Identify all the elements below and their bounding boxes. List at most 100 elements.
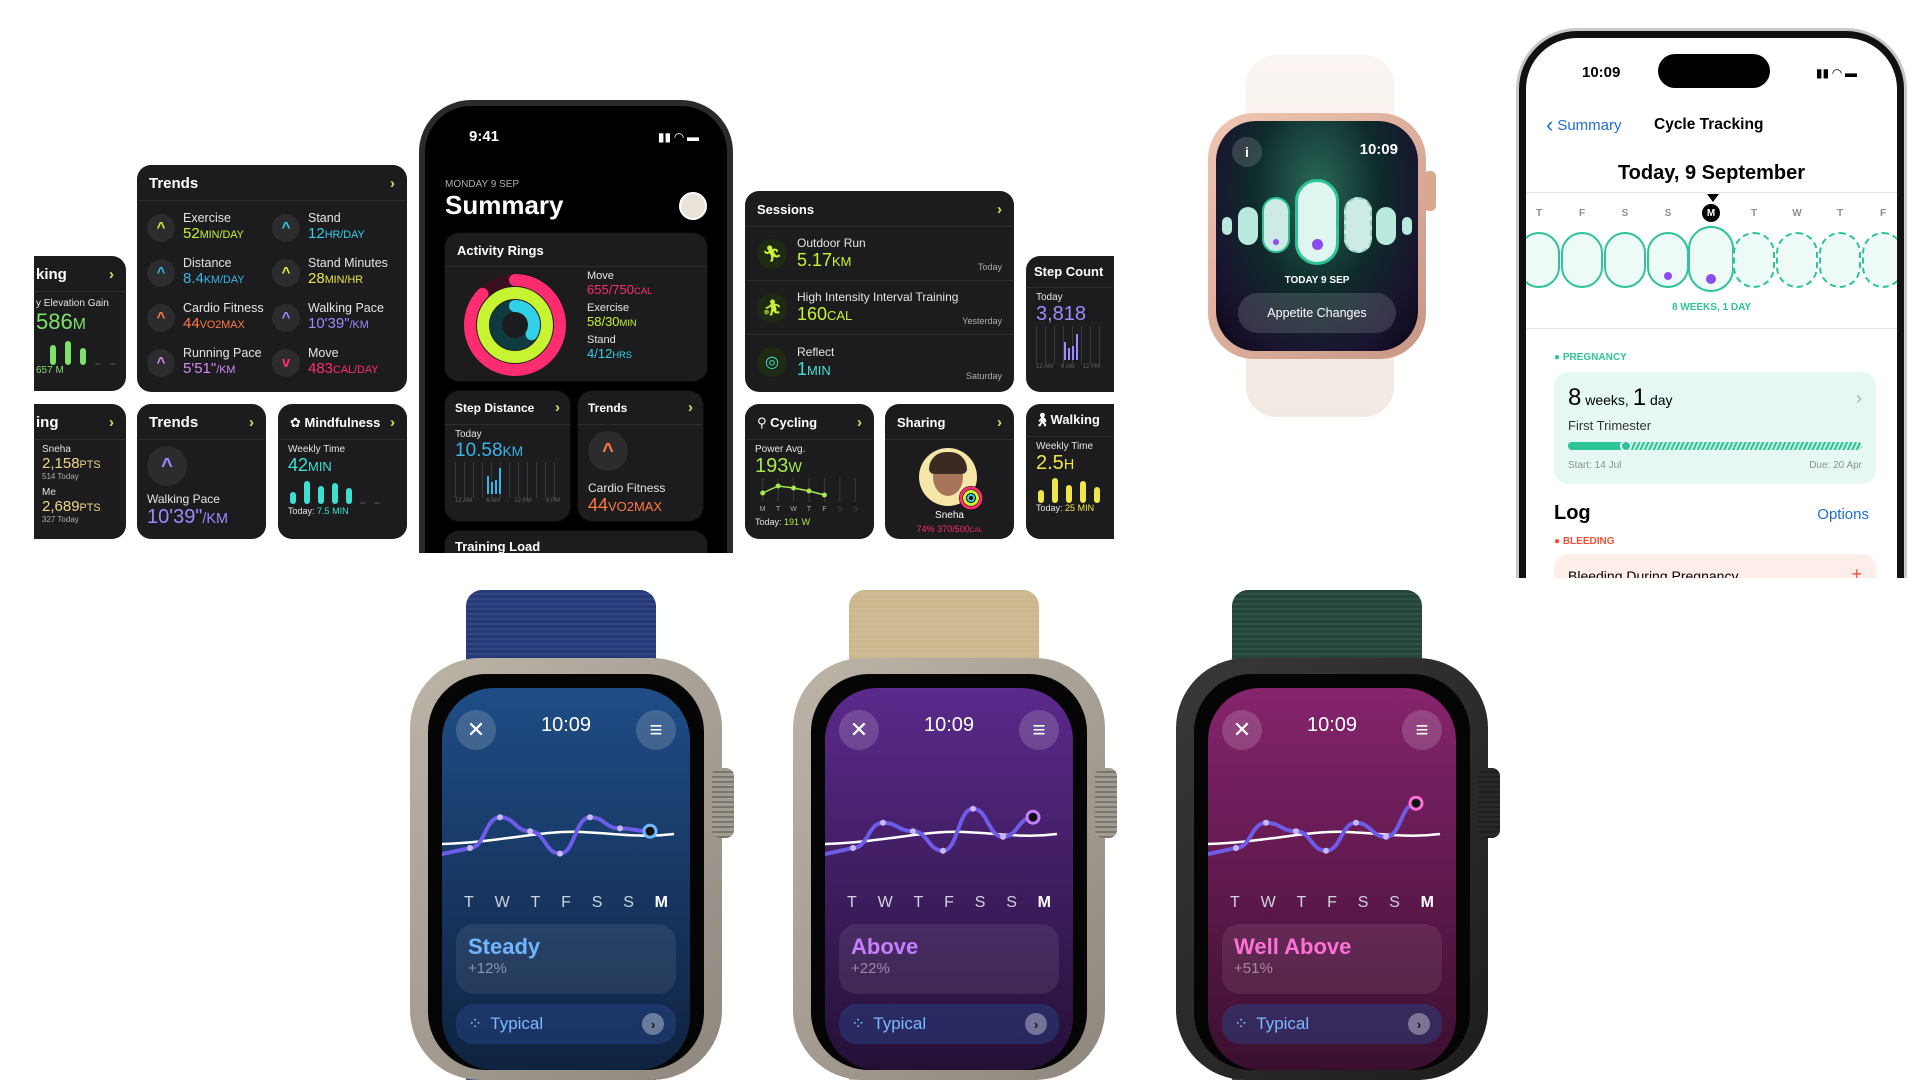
trend-item[interactable]: ^ Stand Minutes 28MIN/HR (272, 256, 397, 289)
vitals-watch: ✕ ≡ 10:09 T W T F S S M Above +22% ⁘ Typical › (789, 590, 1119, 1080)
step-distance-card[interactable]: Step Distance › Today 10.58KM 12 AM 6 AM 1… (445, 391, 570, 521)
session-item[interactable]: ⛹︎ High Intensity Interval Training 160CAL… (745, 281, 1014, 335)
typical-button[interactable]: ⁘ Typical › (456, 1004, 676, 1044)
avatar[interactable] (679, 191, 707, 220)
cycle-day-pill[interactable] (1526, 232, 1560, 288)
session-date: Saturday (965, 371, 1002, 381)
vitals-point (1353, 819, 1359, 826)
typical-button[interactable]: ⁘ Typical › (839, 1004, 1059, 1044)
trend-item[interactable]: ^ Walking Pace 10'39"/KM (272, 301, 397, 334)
trend-name: Stand (308, 211, 341, 225)
day-label[interactable]: F (1874, 204, 1892, 222)
vitals-point (467, 845, 473, 851)
day-label[interactable]: S (1616, 204, 1634, 222)
cycle-day-pill[interactable] (1604, 232, 1646, 288)
trend-item[interactable]: ^ Running Pace 5'51"/KM (147, 346, 272, 379)
trends-cardio-card[interactable]: Trends › ^ Cardio Fitness 44VO2MAX (578, 391, 703, 521)
walking-card[interactable]: 🚶︎Walking Weekly Time 2.5H Today: 25 MIN (1026, 404, 1114, 539)
day-label[interactable]: M (1702, 204, 1720, 222)
session-item[interactable]: 🏃︎ Outdoor Run 5.17KM Today (745, 227, 1014, 281)
appetite-changes-button[interactable]: Appetite Changes (1238, 293, 1396, 333)
chart-bar (1066, 484, 1072, 503)
day-label: S (591, 894, 603, 911)
step-count-card[interactable]: Step Count Today 3,818 12 AM 6 AM 12 PM (1026, 256, 1114, 392)
elevation-card[interactable]: king › y Elevation Gain 586M 657 M (34, 256, 126, 391)
trend-item[interactable]: ^ Stand 12HR/DAY (272, 211, 397, 244)
page-title: Summary (445, 190, 564, 220)
trend-value: 483CAL/DAY (308, 360, 379, 377)
vitals-status-card[interactable]: Above +22% (839, 924, 1059, 994)
day-label: F (561, 894, 571, 911)
chevron-right-icon: › (1025, 1013, 1047, 1035)
chevron-right-icon: › (857, 414, 862, 431)
day-label[interactable]: W (1788, 204, 1806, 222)
card-title: Training Load (455, 539, 541, 553)
activity-rings-card[interactable]: Activity Rings Move 655/750CAL Exercise … (445, 233, 707, 381)
chart-bar (1094, 487, 1100, 503)
day-label[interactable]: T (1745, 204, 1763, 222)
symptom-dot (1706, 274, 1716, 284)
cycle-watch: i 10:09 TODAY 9 SEP Appetite Changes (1206, 55, 1436, 417)
typical-button[interactable]: ⁘ Typical › (1222, 1004, 1442, 1044)
vitals-point (557, 850, 563, 857)
vitals-point (850, 845, 856, 851)
cycle-day-pill[interactable] (1561, 232, 1603, 288)
day-label[interactable]: T (1530, 204, 1548, 222)
day-label: W (494, 894, 510, 911)
cycle-day-pill[interactable] (1776, 232, 1818, 288)
weekday-axis: TWTFSSM (847, 894, 1051, 912)
cycle-day-pill[interactable] (1733, 232, 1775, 288)
card-title: Sharing (897, 415, 946, 430)
nav-title: Cycle Tracking (1654, 116, 1764, 133)
status-bar: 9:41 ▮▮ ◠ ▬ (425, 106, 727, 145)
cycle-day-pill[interactable] (1862, 232, 1897, 288)
card-title: ⚲ Cycling (757, 414, 818, 430)
digital-crown[interactable] (1424, 171, 1436, 211)
trends-walking-card[interactable]: Trends › ^ Walking Pace 10'39"/KM (137, 404, 266, 539)
info-button[interactable]: i (1232, 137, 1262, 167)
trend-item[interactable]: ^ Exercise 52MIN/DAY (147, 211, 272, 244)
day-label[interactable]: F (1573, 204, 1591, 222)
day-label: F (822, 506, 826, 512)
chart-bar (95, 363, 101, 365)
options-link[interactable]: Options (1817, 506, 1869, 523)
chevron-right-icon: › (390, 414, 395, 431)
cycle-day-pill[interactable] (1688, 226, 1734, 292)
chevron-right-icon: › (555, 399, 560, 416)
today-marker-icon (1707, 194, 1719, 202)
back-button[interactable]: ‹ Summary (1546, 112, 1622, 138)
day-label[interactable]: T (1831, 204, 1849, 222)
dynamic-island (1658, 54, 1770, 88)
competition-card[interactable]: ing › Sneha 2,158PTS 514 Today Me 2,689P… (34, 404, 126, 539)
chart-bar (1038, 490, 1044, 503)
typical-range-line (825, 830, 1058, 846)
activity-rings-mini (959, 486, 983, 510)
sessions-card[interactable]: Sessions › 🏃︎ Outdoor Run 5.17KM Today ⛹︎ Hig… (745, 191, 1014, 392)
digital-crown[interactable] (712, 768, 734, 838)
cycling-card[interactable]: ⚲ Cycling › Power Avg. 193W M T W T F S S Toda… (745, 404, 874, 539)
vitals-status-card[interactable]: Steady +12% (456, 924, 676, 994)
cycle-day-pill[interactable] (1647, 232, 1689, 288)
day-label: T (913, 894, 924, 911)
session-item[interactable]: ◎ Reflect 1MIN Saturday (745, 335, 1014, 389)
day-label[interactable]: S (1659, 204, 1677, 222)
hiit-icon: ⛹︎ (757, 292, 787, 323)
sharing-card[interactable]: Sharing › Sneha 74% 370/500CAL (885, 404, 1014, 539)
trend-item[interactable]: v Move 483CAL/DAY (272, 346, 397, 379)
pregnancy-card[interactable]: 8 weeks, 1 day › First Trimester Start: … (1554, 372, 1876, 484)
digital-crown[interactable] (1478, 768, 1500, 838)
current-value-point (1408, 795, 1424, 811)
vitals-status-card[interactable]: Well Above +51% (1222, 924, 1442, 994)
cycle-calendar-strip[interactable]: TFSSMTWTF (1526, 204, 1897, 294)
mindfulness-card[interactable]: ✿ Mindfulness › Weekly Time 42MIN Today:… (278, 404, 407, 539)
trends-card[interactable]: Trends › ^ Exercise 52MIN/DAY ^ Stand 12HR/DA… (137, 165, 407, 392)
digital-crown[interactable] (1095, 768, 1117, 838)
trend-item[interactable]: ^ Distance 8.4KM/DAY (147, 256, 272, 289)
watch-time: 10:09 (923, 714, 975, 736)
trend-item[interactable]: ^ Cardio Fitness 44VO2MAX (147, 301, 272, 334)
training-load-card[interactable]: Training Load (445, 531, 707, 553)
status-time: 10:09 (1582, 64, 1621, 81)
cycle-day-pill[interactable] (1819, 232, 1861, 288)
card-title: Step Count (1034, 264, 1104, 279)
card-title: Step Distance (455, 400, 535, 415)
